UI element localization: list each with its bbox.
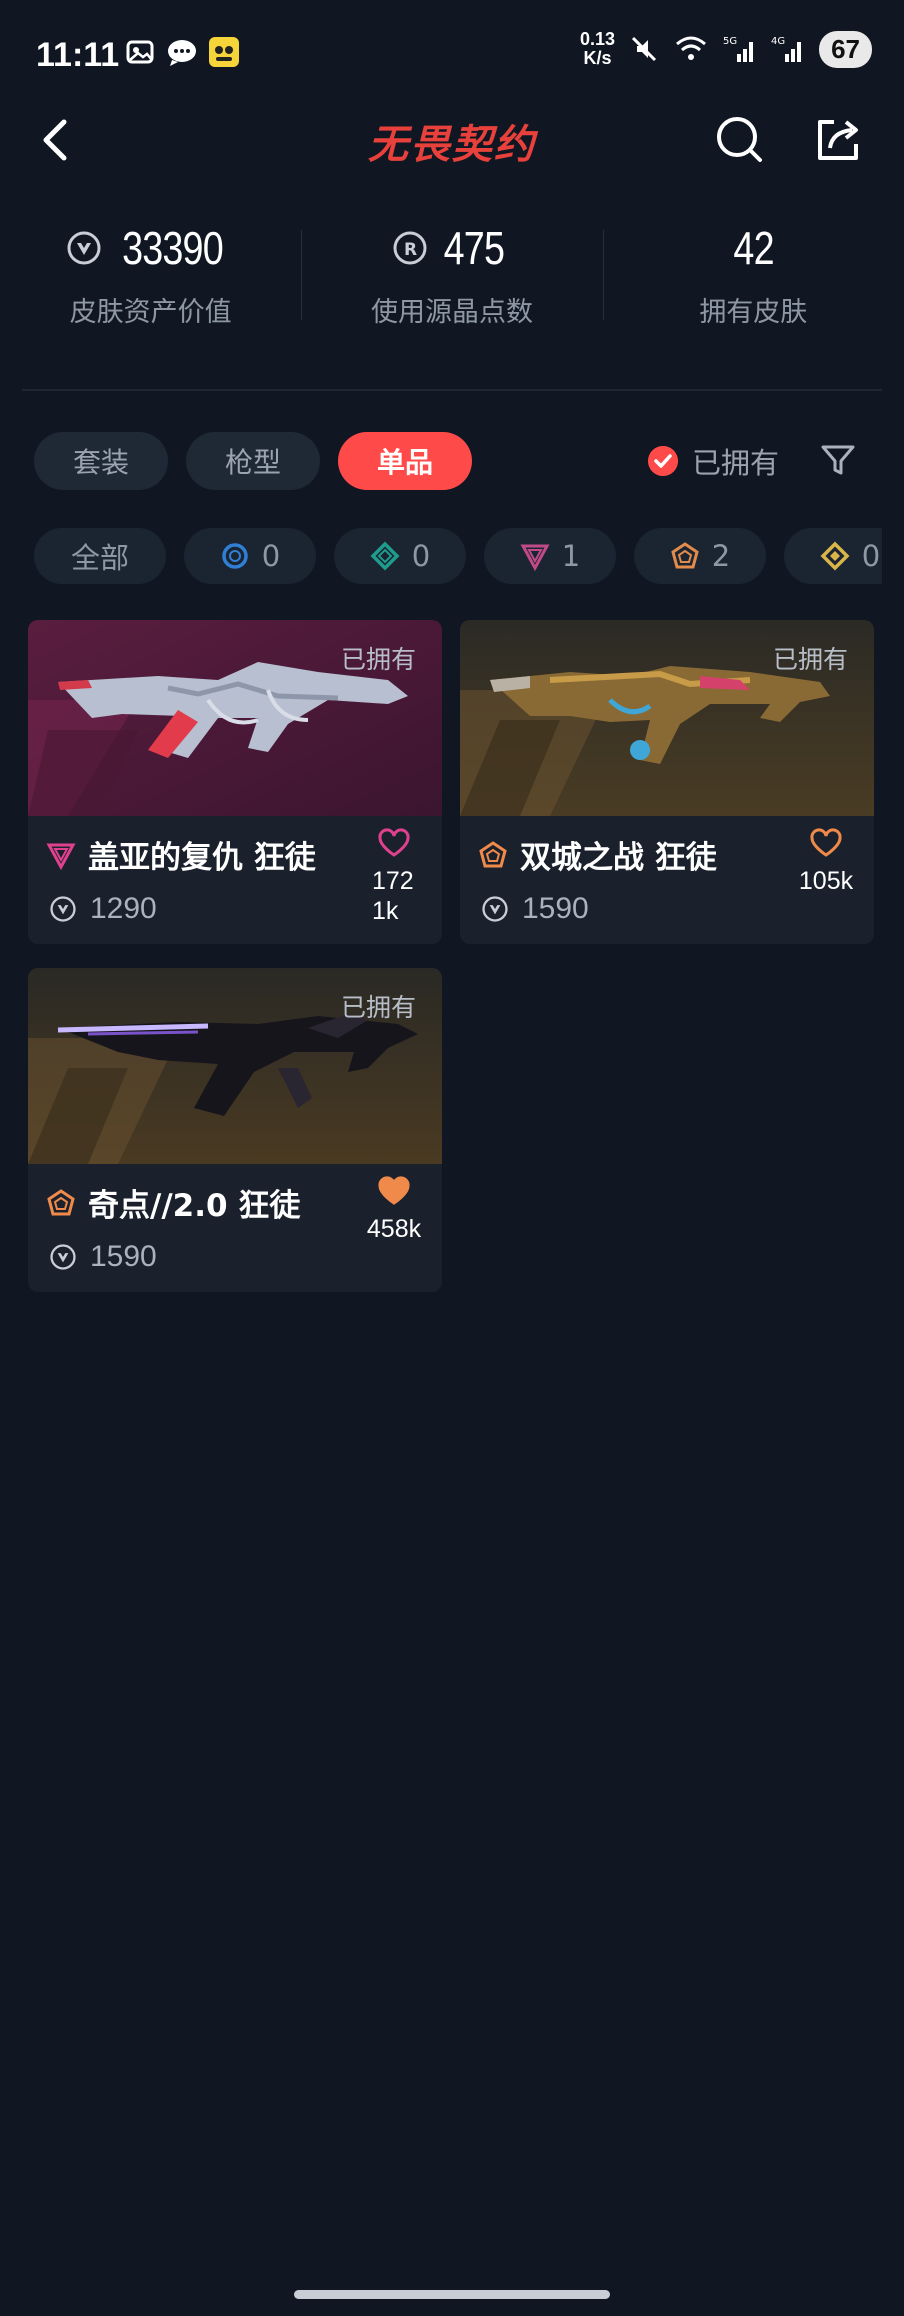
tab-single-item[interactable]: 单品 [338,432,472,490]
deluxe-tier-icon [370,541,400,571]
like-count: 105k [798,867,854,895]
owned-label: 已拥有 [340,645,416,674]
chip-exclusive-tier[interactable]: 2 [634,528,766,584]
radianite-icon: R [393,231,427,265]
valorant-points-icon [50,896,76,922]
search-button[interactable] [710,110,770,170]
like-button[interactable]: 458k [356,1176,432,1244]
tab-bundle[interactable]: 套装 [34,432,168,490]
section-divider [22,389,882,391]
wifi-icon [676,36,707,60]
exclusive-tier-icon [671,542,699,569]
chip-premium-tier[interactable]: 1 [484,528,616,584]
exclusive-tier-icon [47,1188,75,1215]
stat-skin-value: 33390 皮肤资产价值 [0,220,301,350]
valorant-points-icon [67,231,101,265]
heart-outline-icon [810,828,842,857]
heart-outline-icon [378,828,410,857]
stat-owned-skins: 42 拥有皮肤 [602,220,904,350]
skin-card[interactable]: 已拥有 奇点//2.0 狂徒 1590 458k [28,968,442,1292]
owned-label: 已拥有 [772,645,848,674]
valorant-points-icon [50,1244,76,1270]
premium-tier-icon [520,544,550,571]
status-bar: 11:11 0.13 K/s 5G 4G 67 [0,0,904,100]
skin-name: 奇点//2.0 狂徒 [88,1188,301,1224]
check-circle-icon [648,446,678,476]
home-indicator[interactable] [294,2290,610,2299]
skin-card[interactable]: 已拥有 双城之战 狂徒 1590 105k [460,620,874,944]
category-tabs: 套装 枪型 单品 [34,432,472,490]
skin-price: 1290 [90,892,157,925]
select-tier-icon [222,543,248,569]
like-count: 458k [366,1215,422,1243]
skin-card[interactable]: 已拥有 盖亚的复仇 狂徒 1290 1721k [28,620,442,944]
battery-indicator: 67 [819,30,872,68]
rarity-filter-chips: 全部 0 0 1 2 0 [34,528,882,584]
filter-icon[interactable] [818,440,858,480]
like-button[interactable]: 1721k [356,828,432,926]
asset-stats: 33390 皮肤资产价值 R 475 使用源晶点数 42 拥有皮肤 [0,220,904,350]
chip-ultra-tier[interactable]: 0 [784,528,882,584]
heart-filled-icon [378,1176,410,1205]
premium-tier-icon [46,843,76,870]
signal-5g-icon: 5G [723,36,754,62]
status-time: 11:11 [36,36,120,74]
chip-select-tier[interactable]: 0 [184,528,316,584]
app-header: 无畏契约 [0,100,904,180]
chip-deluxe-tier[interactable]: 0 [334,528,466,584]
owned-filter-label: 已拥有 [692,446,780,480]
svg-text:5G: 5G [723,36,737,47]
skin-name: 双城之战 狂徒 [520,840,717,876]
network-speed: 0.13 K/s [580,29,616,68]
exclusive-tier-icon [479,840,507,867]
app-icon [209,37,239,67]
skin-price: 1590 [522,892,589,925]
owned-label: 已拥有 [340,993,416,1022]
tab-weapon-type[interactable]: 枪型 [186,432,320,490]
skin-price: 1590 [90,1240,157,1273]
chip-all[interactable]: 全部 [34,528,166,584]
ultra-tier-icon [820,541,850,571]
gallery-icon [126,40,154,64]
stat-radianite-used: R 475 使用源晶点数 [301,220,602,350]
chat-icon [168,40,196,66]
like-button[interactable]: 105k [788,828,864,896]
valorant-points-icon [482,896,508,922]
like-count: 1721k [372,867,414,925]
svg-text:R: R [404,240,417,260]
svg-text:4G: 4G [771,36,785,47]
signal-4g-icon: 4G [771,36,802,62]
mute-icon [632,36,657,62]
share-button[interactable] [808,110,868,170]
skin-name: 盖亚的复仇 狂徒 [88,840,316,876]
owned-filter-toggle[interactable]: 已拥有 [648,440,779,482]
